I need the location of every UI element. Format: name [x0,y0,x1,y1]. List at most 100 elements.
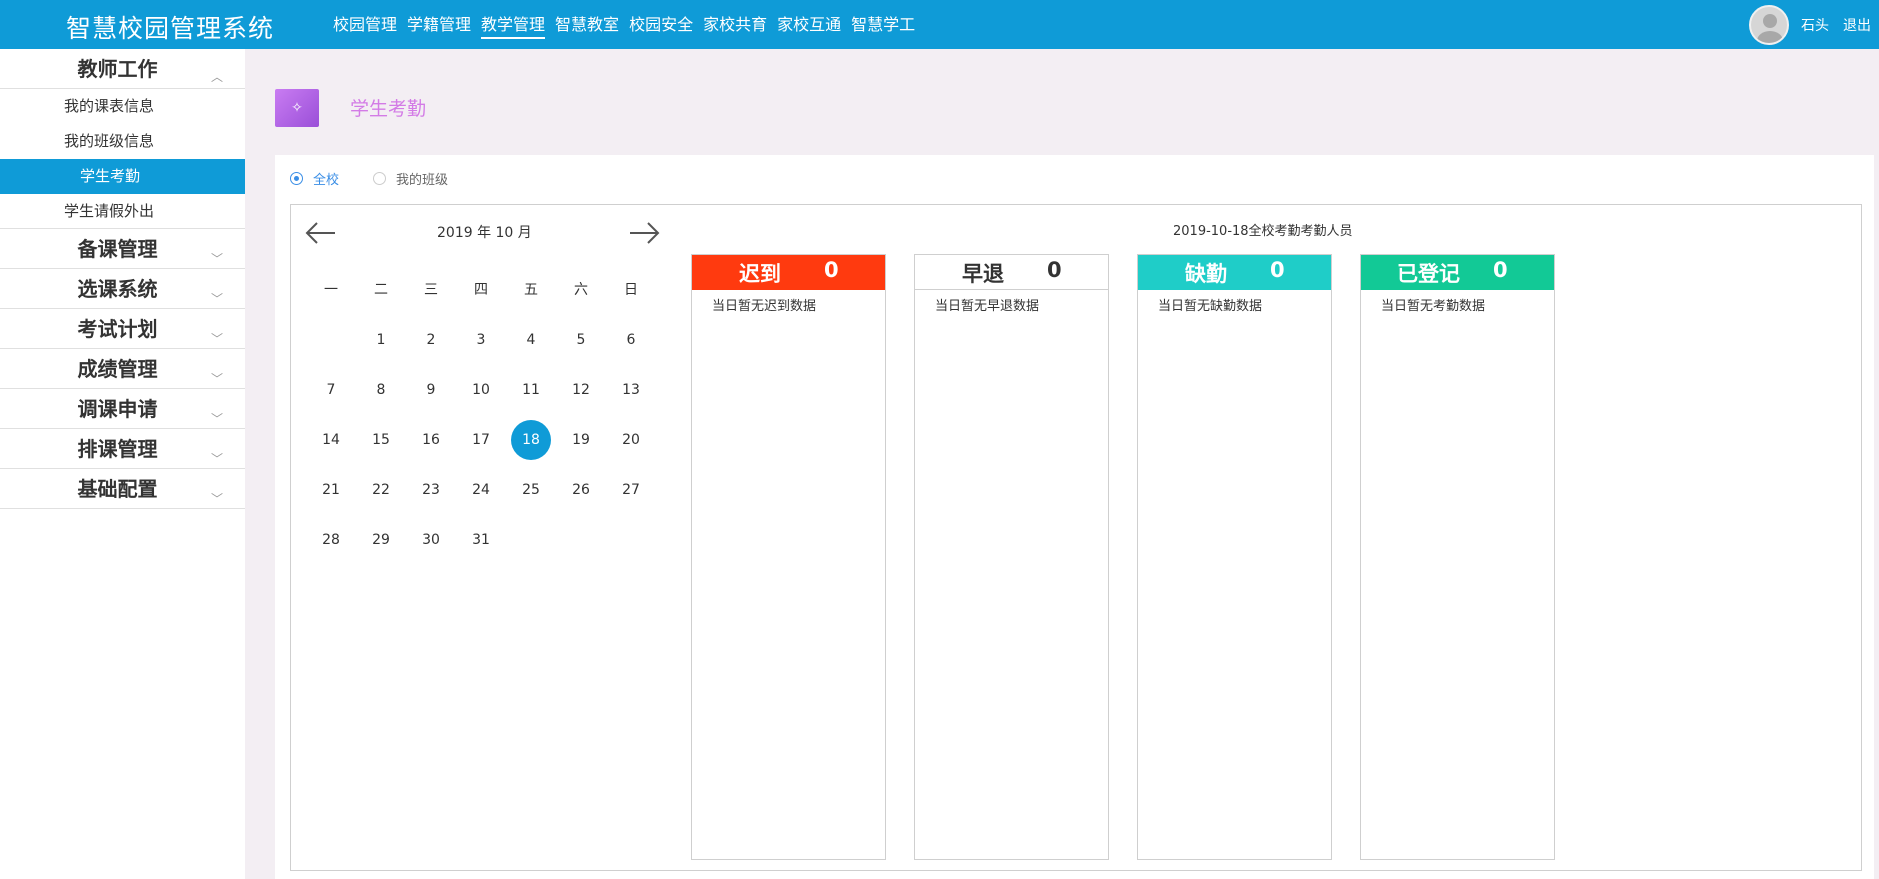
calendar-day[interactable]: 10 [456,370,506,410]
calendar-weekday-row: 一 二 三 四 五 六 日 [306,265,656,315]
user-area: 石头 退出 [1749,0,1871,49]
calendar-empty-cell [506,520,556,560]
calendar-day[interactable]: 3 [456,320,506,360]
sidebar-item-my-class[interactable]: 我的班级信息 [0,124,245,159]
sidebar-group-label: 排课管理 [77,437,158,461]
nav-item-student-affairs[interactable]: 智慧学工 [851,0,915,49]
nav-item-campus[interactable]: 校园管理 [333,0,397,49]
sidebar-item-student-leave[interactable]: 学生请假外出 [0,194,245,229]
radio-dot[interactable] [373,172,387,185]
nav-item-home-school-education[interactable]: 家校共育 [703,0,767,49]
calendar-day[interactable]: 28 [306,520,356,560]
calendar-day[interactable]: 17 [456,420,506,460]
logout-link[interactable]: 退出 [1843,15,1871,35]
calendar-day[interactable]: 16 [406,420,456,460]
radio-whole-school[interactable]: 全校 [290,169,339,188]
sidebar-group-label: 调课申请 [77,397,158,421]
card-label: 早退 [962,262,1004,286]
nav-item-smart-classroom[interactable]: 智慧教室 [555,0,619,49]
nav-item-campus-safety[interactable]: 校园安全 [629,0,693,49]
calendar-day[interactable]: 15 [356,420,406,460]
calendar-day[interactable]: 27 [606,470,656,510]
calendar-day[interactable]: 7 [306,370,356,410]
calendar-day[interactable]: 2 [406,320,456,360]
radio-dot[interactable] [290,172,303,185]
calendar-week-row: 7 8 9 10 11 12 13 [306,365,656,415]
radio-label: 全校 [313,173,340,188]
prev-month-arrow-icon[interactable] [303,215,339,251]
calendar-day[interactable]: 20 [606,420,656,460]
sidebar-group-exam-plan[interactable]: 考试计划 ﹀ [0,309,245,349]
nav-item-teaching[interactable]: 教学管理 [481,0,546,49]
early-leave-card: 早退 0 当日暂无早退数据 [914,254,1109,860]
sidebar-group-grades[interactable]: 成绩管理 ﹀ [0,349,245,389]
absent-card-header[interactable]: 缺勤 0 [1138,255,1331,290]
attendance-container: 2019 年 10 月 一 二 三 四 五 六 日 1 2 3 4 5 6 7 … [290,204,1862,871]
calendar-week-row: 21 22 23 24 25 26 27 [306,465,656,515]
sidebar-item-my-timetable[interactable]: 我的课表信息 [0,89,245,124]
calendar-day[interactable]: 22 [356,470,406,510]
calendar-month-title: 2019 年 10 月 [437,225,532,241]
calendar-day[interactable]: 13 [606,370,656,410]
calendar-day[interactable]: 31 [456,520,506,560]
chevron-down-icon: ﹀ [210,492,223,506]
sidebar-item-student-attendance[interactable]: 学生考勤 [0,159,245,194]
calendar-week-row: 14 15 16 17 18 19 20 [306,415,656,465]
scope-radio-group: 全校 我的班级 [290,169,482,188]
late-card-header[interactable]: 迟到 0 [692,255,885,290]
weekday-label: 四 [474,282,488,298]
calendar-grid: 一 二 三 四 五 六 日 1 2 3 4 5 6 7 8 9 10 11 12… [306,265,656,565]
calendar-day[interactable]: 29 [356,520,406,560]
calendar-day[interactable]: 25 [506,470,556,510]
card-label: 缺勤 [1185,262,1227,286]
card-label: 迟到 [739,262,781,286]
calendar-day[interactable]: 1 [356,320,406,360]
sidebar-group-base-config[interactable]: 基础配置 ﹀ [0,469,245,509]
calendar-day[interactable]: 26 [556,470,606,510]
calendar-day[interactable]: 5 [556,320,606,360]
calendar-day[interactable]: 11 [506,370,556,410]
calendar-day[interactable]: 23 [406,470,456,510]
calendar-day[interactable]: 12 [556,370,606,410]
empty-message: 当日暂无缺勤数据 [1158,299,1263,314]
calendar-day[interactable]: 4 [506,320,556,360]
radio-my-class[interactable]: 我的班级 [373,169,448,188]
calendar-day[interactable]: 6 [606,320,656,360]
sidebar-group-label: 选课系统 [77,277,158,301]
avatar[interactable] [1749,4,1789,45]
user-name[interactable]: 石头 [1801,15,1829,35]
weekday-label: 日 [624,282,638,298]
registered-card: 已登记 0 当日暂无考勤数据 [1360,254,1555,860]
calendar-day-selected[interactable]: 18 [506,420,556,460]
sidebar-group-class-swap[interactable]: 调课申请 ﹀ [0,389,245,429]
card-count: 0 [1493,258,1508,282]
sidebar-group-teacher-work[interactable]: 教师工作 ︿ [0,49,245,89]
card-count: 0 [1047,258,1062,282]
card-label: 已登记 [1397,262,1460,286]
weekday-label: 三 [424,282,438,298]
calendar-week-row: 1 2 3 4 5 6 [306,315,656,365]
calendar-day[interactable]: 24 [456,470,506,510]
empty-message: 当日暂无早退数据 [935,299,1040,314]
sidebar: 教师工作 ︿ 我的课表信息 我的班级信息 学生考勤 学生请假外出 备课管理 ﹀ … [0,49,245,879]
calendar-empty-cell [606,520,656,560]
calendar-day[interactable]: 9 [406,370,456,410]
registered-card-header[interactable]: 已登记 0 [1361,255,1554,290]
card-count: 0 [824,258,839,282]
calendar-day[interactable]: 8 [356,370,406,410]
next-month-arrow-icon[interactable] [626,215,662,251]
early-leave-card-header[interactable]: 早退 0 [915,255,1108,290]
nav-item-student-records[interactable]: 学籍管理 [407,0,471,49]
calendar-day[interactable]: 21 [306,470,356,510]
chevron-up-icon: ︿ [210,70,223,84]
calendar-day[interactable]: 19 [556,420,606,460]
sidebar-group-course-selection[interactable]: 选课系统 ﹀ [0,269,245,309]
sidebar-group-lesson-prep[interactable]: 备课管理 ﹀ [0,229,245,269]
weekday-label: 二 [374,282,388,298]
calendar-day[interactable]: 30 [406,520,456,560]
weekday-label: 一 [324,282,338,298]
nav-item-home-school-communication[interactable]: 家校互通 [777,0,841,49]
sidebar-group-scheduling[interactable]: 排课管理 ﹀ [0,429,245,469]
calendar-day[interactable]: 14 [306,420,356,460]
calendar-week-row: 28 29 30 31 [306,515,656,565]
